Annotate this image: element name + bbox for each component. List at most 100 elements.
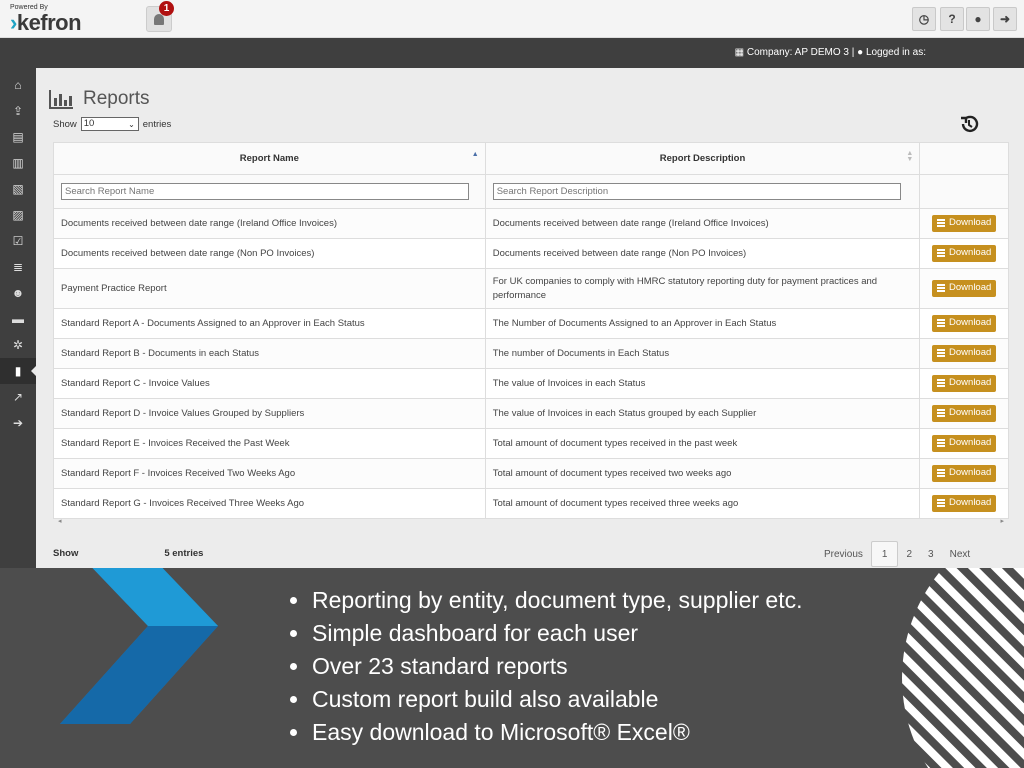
download-button[interactable]: Download [932, 279, 997, 297]
list-icon [937, 284, 946, 293]
download-cell: Download [919, 488, 1009, 519]
users-icon[interactable]: ☻ [0, 280, 36, 306]
bullet-icon [290, 597, 297, 604]
download-label: Download [949, 317, 992, 329]
striped-circle-graphic [902, 568, 1024, 768]
table-header-row: Report Name ▲ Report Description ▲ ▼ [53, 142, 1009, 175]
user-button[interactable]: ● [966, 7, 990, 31]
horizontal-scrollbar[interactable]: ◂ ▸ [53, 517, 1009, 529]
download-cell: Download [919, 398, 1009, 429]
sidebar: ⌂ ⇪ ▤ ▥ ▧ ▨ ☑ ≣ ☻ ▬ ✲ ▮ ↗ ➔ [0, 38, 36, 568]
download-button[interactable]: Download [932, 404, 997, 422]
report-name-cell: Documents received between date range (I… [53, 208, 486, 239]
user-icon: ● [974, 12, 982, 26]
download-button[interactable]: Download [932, 434, 997, 452]
upload-icon[interactable]: ⇪ [0, 98, 36, 124]
main-content: Reports Show 10 ⌄ entries Report Name ▲ Re… [36, 68, 1024, 568]
download-label: Download [949, 497, 992, 509]
report-name-cell: Standard Report G - Invoices Received Th… [53, 488, 486, 519]
report-description-cell: Total amount of document types received … [484, 488, 921, 519]
report-name-cell: Standard Report F - Invoices Received Tw… [53, 458, 486, 489]
arrow-right-icon[interactable]: ➔ [0, 410, 36, 436]
chevron-down-icon: ⌄ [128, 120, 135, 129]
database-icon[interactable]: ≣ [0, 254, 36, 280]
page-length-select[interactable]: 10 ⌄ [80, 117, 139, 131]
download-button[interactable]: Download [932, 374, 997, 392]
pagination-page-2[interactable]: 2 [898, 542, 920, 566]
pagination-page-1[interactable]: 1 [870, 541, 899, 567]
document-lines-icon[interactable]: ▥ [0, 150, 36, 176]
pagination-next[interactable]: Next [942, 542, 979, 566]
bullet-icon [290, 696, 297, 703]
report-description-cell: Total amount of document types received … [484, 428, 921, 459]
reports-table: Report Name▲ Report Description▲▼ Docume… [53, 142, 1009, 519]
home-icon[interactable]: ⌂ [0, 72, 36, 98]
logout-button[interactable]: ➜ [993, 7, 1017, 31]
list-icon [937, 409, 946, 418]
checklist-icon[interactable]: ☑ [0, 228, 36, 254]
show-label: Show [53, 118, 77, 130]
report-description-cell: The Number of Documents Assigned to an A… [484, 308, 921, 339]
feature-item: Simple dashboard for each user [290, 617, 803, 650]
pdf-alt-icon[interactable]: ▨ [0, 202, 36, 228]
bullet-icon [290, 630, 297, 637]
report-description-cell: Total amount of document types received … [484, 458, 921, 489]
search-report-name-input[interactable] [61, 183, 469, 200]
table-row: Standard Report C - Invoice Values The va… [53, 368, 1009, 399]
document-icon[interactable]: ▤ [0, 124, 36, 150]
download-label: Download [949, 437, 992, 449]
report-name-cell: Standard Report E - Invoices Received th… [53, 428, 486, 459]
report-description-cell: For UK companies to comply with HMRC sta… [484, 268, 921, 309]
download-button[interactable]: Download [932, 244, 997, 262]
download-button[interactable]: Download [932, 494, 997, 512]
briefcase-icon[interactable]: ▬ [0, 306, 36, 332]
trend-icon[interactable]: ↗ [0, 384, 36, 410]
download-cell: Download [919, 238, 1009, 269]
help-button[interactable]: ? [940, 7, 964, 31]
list-icon [937, 499, 946, 508]
reports-icon[interactable]: ▮ [0, 358, 36, 384]
page-title-text: Reports [83, 88, 150, 109]
table-row: Standard Report E - Invoices Received th… [53, 428, 1009, 459]
report-description-cell: The value of Invoices in each Status gro… [484, 398, 921, 429]
download-button[interactable]: Download [932, 344, 997, 362]
download-cell: Download [919, 268, 1009, 309]
download-button[interactable]: Download [932, 464, 997, 482]
download-cell: Download [919, 208, 1009, 239]
download-button[interactable]: Download [932, 314, 997, 332]
feature-list: Reporting by entity, document type, supp… [290, 584, 803, 749]
pagination-previous[interactable]: Previous [816, 542, 871, 566]
pdf-icon[interactable]: ▧ [0, 176, 36, 202]
history-icon[interactable] [959, 114, 979, 134]
search-report-description-input[interactable] [492, 183, 901, 200]
scroll-left-icon[interactable]: ◂ [58, 517, 62, 525]
feature-item: Custom report build also available [290, 683, 803, 716]
report-name-cell: Documents received between date range (N… [53, 238, 486, 269]
column-header-report-name[interactable]: Report Name ▲ [53, 142, 486, 175]
report-name-cell: Payment Practice Report [53, 268, 486, 309]
table-row: Documents received between date range (I… [53, 208, 1009, 239]
list-icon [937, 379, 946, 388]
report-description-cell: The number of Documents in Each Status [484, 338, 921, 369]
download-label: Download [949, 467, 992, 479]
user-small-icon: ● [857, 47, 866, 58]
scroll-right-icon[interactable]: ▸ [1000, 517, 1004, 525]
help-icon: ? [948, 12, 956, 26]
report-name-cell: Standard Report B - Documents in each St… [53, 338, 486, 369]
download-label: Download [949, 282, 992, 294]
table-row: Standard Report B - Documents in each St… [53, 338, 1009, 369]
report-description-cell: Documents received between date range (I… [484, 208, 921, 239]
list-icon [937, 349, 946, 358]
pagination-page-3[interactable]: 3 [920, 542, 942, 566]
settings-icon[interactable]: ✲ [0, 332, 36, 358]
bullet-icon [290, 729, 297, 736]
kefron-logo[interactable]: ›kefron [10, 10, 82, 36]
column-header-report-description[interactable]: Report Description ▲ ▼ [484, 142, 921, 175]
company-label: Company: AP DEMO 3 | [746, 47, 858, 58]
blue-chevron-graphic [60, 568, 218, 724]
header-bar: ▦ Company: AP DEMO 3 | ● Logged in as: [36, 38, 1024, 68]
clock-button[interactable]: ◷ [912, 7, 936, 31]
list-icon [937, 439, 946, 448]
download-cell: Download [919, 338, 1009, 369]
download-button[interactable]: Download [932, 214, 997, 232]
